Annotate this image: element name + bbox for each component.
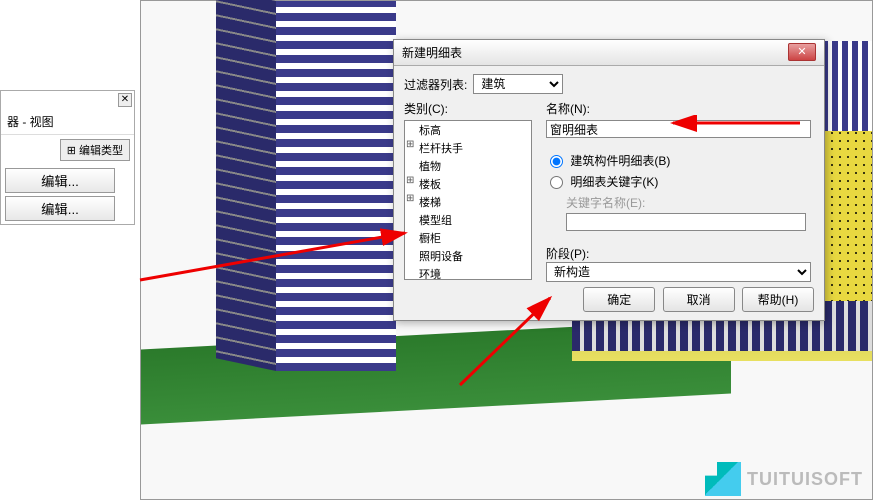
phase-label: 阶段(P): bbox=[546, 245, 814, 262]
ok-button[interactable]: 确定 bbox=[583, 287, 655, 312]
grid-icon: ⊞ bbox=[67, 145, 76, 157]
dialog-close-button[interactable]: ✕ bbox=[788, 43, 816, 61]
new-schedule-dialog: 新建明细表 ✕ 过滤器列表: 建筑 类别(C): 标高栏杆扶手植物楼板楼梯模型组… bbox=[393, 39, 825, 321]
name-input[interactable] bbox=[546, 120, 811, 138]
radio-keyword-input[interactable] bbox=[550, 176, 563, 189]
tree-item[interactable]: 楼板 bbox=[405, 175, 531, 193]
tree-item[interactable]: 楼梯 bbox=[405, 193, 531, 211]
filter-select[interactable]: 建筑 bbox=[473, 74, 563, 94]
filter-label: 过滤器列表: bbox=[404, 76, 467, 93]
watermark-text: TUITUISOFT bbox=[747, 469, 863, 490]
category-label: 类别(C): bbox=[404, 100, 534, 117]
building-tower bbox=[276, 1, 396, 371]
keyword-name-label: 关键字名称(E): bbox=[566, 194, 814, 211]
radio-keyword-schedule[interactable]: 明细表关键字(K) bbox=[550, 175, 658, 189]
tree-item[interactable]: 模型组 bbox=[405, 211, 531, 229]
keyword-name-input bbox=[566, 213, 806, 231]
radio-component-schedule[interactable]: 建筑构件明细表(B) bbox=[550, 154, 670, 168]
phase-select[interactable]: 新构造 bbox=[546, 262, 811, 282]
category-tree[interactable]: 标高栏杆扶手植物楼板楼梯模型组橱柜照明设备环境电气装置电气设备窗组成部分结构柱框 bbox=[404, 120, 532, 280]
cancel-button[interactable]: 取消 bbox=[663, 287, 735, 312]
name-label: 名称(N): bbox=[546, 100, 814, 117]
properties-panel: ✕ 器 - 视图 ⊞ 编辑类型 编辑... 编辑... bbox=[0, 90, 135, 225]
tree-item[interactable]: 植物 bbox=[405, 157, 531, 175]
tree-item[interactable]: 照明设备 bbox=[405, 247, 531, 265]
radio-component-input[interactable] bbox=[550, 155, 563, 168]
tree-item[interactable]: 环境 bbox=[405, 265, 531, 280]
panel-title: 器 - 视图 bbox=[1, 109, 134, 135]
watermark-logo-icon bbox=[701, 462, 741, 496]
tree-item[interactable]: 标高 bbox=[405, 121, 531, 139]
watermark: TUITUISOFT bbox=[701, 462, 863, 496]
edit-button-2[interactable]: 编辑... bbox=[5, 196, 115, 221]
tree-item[interactable]: 橱柜 bbox=[405, 229, 531, 247]
tree-item[interactable]: 栏杆扶手 bbox=[405, 139, 531, 157]
dialog-title: 新建明细表 bbox=[402, 40, 462, 65]
edit-button-1[interactable]: 编辑... bbox=[5, 168, 115, 193]
close-icon[interactable]: ✕ bbox=[118, 93, 132, 107]
help-button[interactable]: 帮助(H) bbox=[742, 287, 814, 312]
edit-type-button[interactable]: ⊞ 编辑类型 bbox=[60, 139, 130, 161]
